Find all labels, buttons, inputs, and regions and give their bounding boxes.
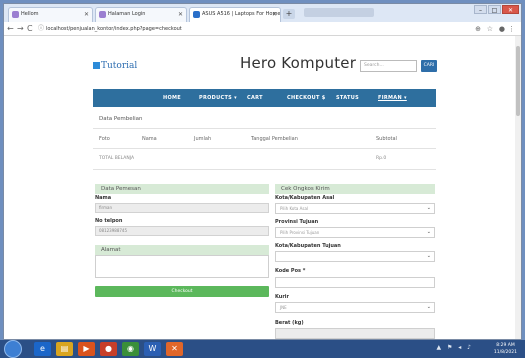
- close-icon[interactable]: ✕: [272, 8, 277, 21]
- page-content: Tutorial Hero Komputer Search... CARI HO…: [4, 36, 517, 339]
- telp-field[interactable]: 08123988745: [95, 226, 269, 236]
- col-jumlah: Jumlah: [194, 136, 212, 142]
- clock[interactable]: 8:29 AM 11/8/2021: [494, 342, 517, 356]
- nama-label: Nama: [95, 195, 112, 201]
- tab-label: ASUS A516 | Laptops For Home: [202, 11, 281, 17]
- nav-cart[interactable]: CART: [247, 89, 263, 107]
- pembelian-title: Data Pembelian: [99, 116, 143, 122]
- logo-text: Tutorial: [101, 61, 138, 71]
- word-icon[interactable]: W: [144, 342, 161, 356]
- kurir-select[interactable]: JNE ⌄: [275, 302, 435, 313]
- page-icon: [99, 11, 106, 18]
- nama-field[interactable]: firman: [95, 203, 269, 213]
- xampp-icon[interactable]: ✕: [166, 342, 183, 356]
- info-icon[interactable]: ⓘ: [38, 24, 44, 33]
- window-controls: – □ ✕: [474, 5, 519, 14]
- provinsi-value: Pilih Provinsi Tujuan: [280, 230, 320, 235]
- kota-asal-select[interactable]: Pilih Kota Asal ⌄: [275, 203, 435, 214]
- explorer-icon[interactable]: ▤: [56, 342, 73, 356]
- scroll-thumb[interactable]: [516, 46, 520, 116]
- site-logo[interactable]: Tutorial: [93, 61, 137, 71]
- chevron-down-icon: ⌄: [426, 205, 431, 211]
- divider: [93, 148, 436, 149]
- tab-label: Hellom: [21, 11, 39, 17]
- profile-icon[interactable]: ●: [499, 23, 505, 35]
- main-navbar: HOME PRODUCTS ▾ CART CHECKOUT $ STATUS F…: [93, 89, 436, 107]
- total-label: TOTAL BELANJA: [99, 156, 135, 161]
- kota-tujuan-select[interactable]: ⌄: [275, 251, 435, 262]
- menu-icon[interactable]: ⋮: [508, 23, 515, 35]
- media-icon[interactable]: ▶: [78, 342, 95, 356]
- firefox-icon[interactable]: ●: [100, 342, 117, 356]
- address-toolbar: ← → C ⓘ localhost/penjualan_kontor/index…: [4, 22, 521, 36]
- scrollbar[interactable]: [515, 36, 521, 339]
- kodepos-label: Kode Pos *: [275, 268, 306, 274]
- chevron-down-icon: ⌄: [426, 304, 431, 310]
- chrome-icon[interactable]: ◉: [122, 342, 139, 356]
- col-subtotal: Subtotal: [376, 136, 397, 142]
- system-tray[interactable]: ▲ ⚑ ◂ ♪: [436, 344, 473, 351]
- kodepos-input[interactable]: [275, 277, 435, 288]
- alamat-header: Alamat: [95, 245, 269, 255]
- asus-icon: [193, 11, 200, 18]
- url-bar[interactable]: localhost/penjualan_kontor/index.php?pag…: [46, 25, 182, 33]
- forward-icon[interactable]: →: [17, 23, 24, 35]
- search-button[interactable]: CARI: [421, 60, 437, 72]
- alamat-textarea[interactable]: [95, 255, 269, 278]
- zoom-icon[interactable]: ⊕: [475, 23, 481, 35]
- kota-asal-value: Pilih Kota Asal: [280, 206, 309, 211]
- close-icon[interactable]: ✕: [178, 8, 183, 21]
- berat-input[interactable]: [275, 328, 435, 339]
- new-tab-button[interactable]: +: [283, 9, 295, 19]
- pemesan-header: Data Pemesan: [95, 184, 269, 194]
- star-icon[interactable]: ☆: [487, 23, 493, 35]
- close-window-button[interactable]: ✕: [502, 5, 519, 14]
- back-icon[interactable]: ←: [7, 23, 14, 35]
- reload-icon[interactable]: C: [27, 23, 33, 35]
- col-foto: Foto: [99, 136, 110, 142]
- ie-icon[interactable]: e: [34, 342, 51, 356]
- maximize-button[interactable]: □: [488, 5, 501, 14]
- logo-icon: [93, 62, 100, 69]
- browser-window: Hellom ✕ Halaman Login ✕ ASUS A516 | Lap…: [3, 3, 522, 340]
- kota-tujuan-label: Kota/Kabupaten Tujuan: [275, 243, 341, 249]
- kota-asal-label: Kota/Kabupaten Asal: [275, 195, 335, 201]
- provinsi-label: Provinsi Tujuan: [275, 219, 319, 225]
- search-input[interactable]: Search...: [360, 60, 417, 72]
- kurir-value: JNE: [280, 305, 287, 310]
- page-icon: [12, 11, 19, 18]
- chevron-down-icon: ⌄: [426, 229, 431, 235]
- checkout-button[interactable]: Checkout: [95, 286, 269, 297]
- divider: [93, 128, 436, 129]
- ongkir-header: Cek Ongkos Kirim: [275, 184, 435, 194]
- provinsi-select[interactable]: Pilih Provinsi Tujuan ⌄: [275, 227, 435, 238]
- nav-home[interactable]: HOME: [163, 89, 181, 107]
- col-nama: Nama: [142, 136, 157, 142]
- tab-label: Halaman Login: [108, 11, 146, 17]
- nav-checkout[interactable]: CHECKOUT $: [287, 89, 326, 107]
- nav-user[interactable]: FIRMAN ▾: [378, 89, 407, 107]
- kurir-label: Kurir: [275, 294, 289, 300]
- nav-status[interactable]: STATUS: [336, 89, 359, 107]
- taskbar: e ▤ ▶ ● ◉ W ✕ ▲ ⚑ ◂ ♪ 8:29 AM 11/8/2021: [0, 340, 525, 358]
- site-brand: Hero Komputer: [240, 54, 357, 72]
- start-button[interactable]: [4, 340, 22, 358]
- tab-strip: Hellom ✕ Halaman Login ✕ ASUS A516 | Lap…: [4, 4, 521, 22]
- close-icon[interactable]: ✕: [84, 8, 89, 21]
- clock-time: 8:29 AM: [496, 343, 515, 348]
- tab-asus[interactable]: ASUS A516 | Laptops For Home ✕: [189, 7, 281, 22]
- tab-halaman-login[interactable]: Halaman Login ✕: [95, 7, 187, 22]
- clock-date: 11/8/2021: [493, 350, 517, 355]
- divider: [93, 169, 436, 170]
- minimize-button[interactable]: –: [474, 5, 487, 14]
- telp-label: No telpon: [95, 218, 123, 224]
- total-value: Rp.0: [376, 156, 387, 161]
- berat-label: Berat (kg): [275, 320, 304, 326]
- tab-placeholder: [304, 8, 374, 17]
- col-tanggal: Tanggal Pembelian: [251, 136, 298, 142]
- chevron-down-icon: ⌄: [426, 253, 431, 259]
- nav-products[interactable]: PRODUCTS ▾: [199, 89, 237, 107]
- tab-hellom[interactable]: Hellom ✕: [8, 7, 93, 22]
